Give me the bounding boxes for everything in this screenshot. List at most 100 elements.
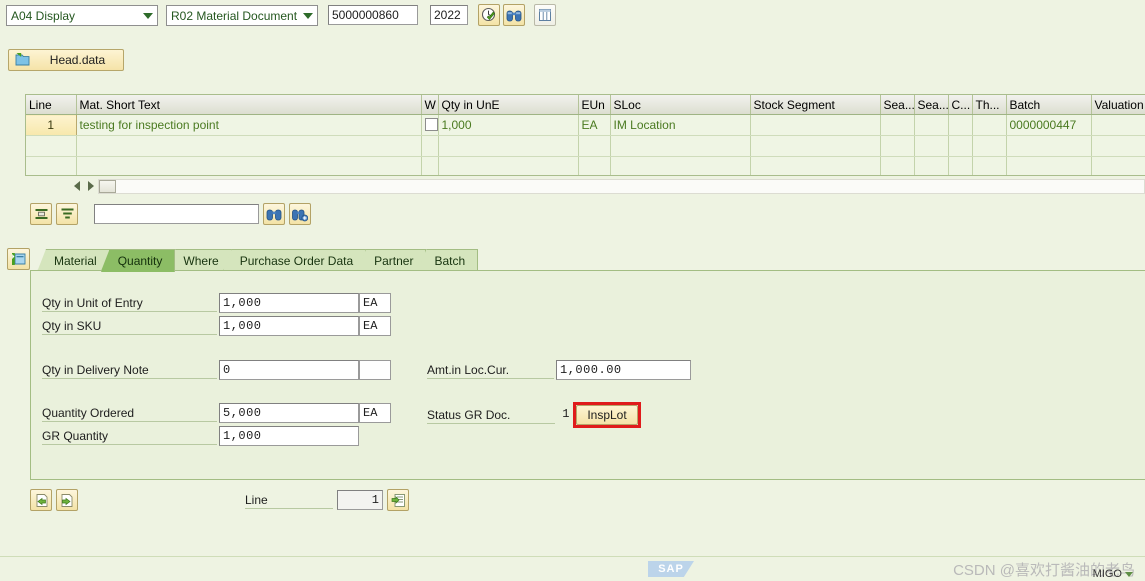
find-icon[interactable]	[503, 4, 525, 26]
goto-line-icon[interactable]	[387, 489, 409, 511]
cell-sea2[interactable]	[914, 114, 949, 136]
qty-sku-input[interactable]	[219, 316, 359, 336]
detail-list-icon[interactable]	[534, 4, 556, 26]
cell-empty[interactable]	[914, 135, 949, 157]
quantity-ordered-input[interactable]	[219, 403, 359, 423]
previous-item-icon[interactable]	[30, 489, 52, 511]
qty-delivery-note-input[interactable]	[219, 360, 359, 380]
col-header-batch[interactable]: Batch	[1006, 95, 1092, 115]
cell-w[interactable]	[421, 114, 439, 136]
cell-empty[interactable]	[948, 156, 973, 175]
col-header-line[interactable]: Line	[26, 95, 77, 115]
amt-loc-cur-input[interactable]	[556, 360, 691, 380]
cell-batch[interactable]: 0000000447	[1006, 114, 1092, 136]
row-checkbox[interactable]	[424, 117, 437, 131]
qty-unit-of-entry-uom[interactable]: EA	[359, 293, 391, 313]
tab-quantity[interactable]: Quantity	[100, 249, 176, 272]
line-input[interactable]	[337, 490, 383, 510]
table-row[interactable]	[26, 156, 1145, 175]
gr-quantity-row: GR Quantity	[42, 426, 359, 446]
find-icon[interactable]	[263, 203, 285, 225]
col-header-sea1[interactable]: Sea...	[880, 95, 915, 115]
tab-material[interactable]: Material	[37, 249, 110, 272]
col-header-stockseg[interactable]: Stock Segment	[750, 95, 881, 115]
col-header-valtype[interactable]: Valuation Ty...	[1091, 95, 1145, 115]
cell-empty[interactable]	[750, 156, 881, 175]
cell-text[interactable]: testing for inspection point	[76, 114, 422, 136]
qty-delivery-note-uom[interactable]	[359, 360, 391, 380]
cell-empty[interactable]	[578, 135, 611, 157]
execute-icon[interactable]	[478, 4, 500, 26]
cell-empty[interactable]	[914, 156, 949, 175]
cell-sloc[interactable]: IM Location	[610, 114, 751, 136]
cell-empty[interactable]	[76, 156, 422, 175]
col-header-sloc[interactable]: SLoc	[610, 95, 751, 115]
cell-eun[interactable]: EA	[578, 114, 611, 136]
head-data-button[interactable]: Head.data	[8, 49, 124, 71]
cell-qty[interactable]: 1,000	[438, 114, 579, 136]
cell-empty[interactable]	[972, 156, 1007, 175]
cell-empty[interactable]	[1091, 135, 1145, 157]
col-header-c[interactable]: C...	[948, 95, 973, 115]
cell-empty[interactable]	[26, 156, 77, 175]
transaction-code-indicator[interactable]: MIGO	[1093, 568, 1133, 580]
cell-empty[interactable]	[76, 135, 422, 157]
cell-line[interactable]: 1	[26, 114, 77, 136]
cell-empty[interactable]	[421, 135, 439, 157]
layout-settings-icon[interactable]	[30, 203, 52, 225]
tab-where[interactable]: Where	[166, 249, 232, 272]
gr-quantity-input[interactable]	[219, 426, 359, 446]
next-item-icon[interactable]	[56, 489, 78, 511]
tab-partner[interactable]: Partner	[357, 249, 427, 272]
scroll-left-icon[interactable]	[70, 179, 84, 194]
qty-sku-uom[interactable]: EA	[359, 316, 391, 336]
tab-batch[interactable]: Batch	[417, 249, 479, 272]
scrollbar-track[interactable]	[98, 178, 1145, 194]
cell-empty[interactable]	[948, 135, 973, 157]
action-mode-dropdown[interactable]: A04 Display	[6, 5, 158, 26]
cell-empty[interactable]	[972, 135, 1007, 157]
sort-filter-icon[interactable]	[56, 203, 78, 225]
cell-stockseg[interactable]	[750, 114, 881, 136]
detail-tabstrip: Material Quantity Where Purchase Order D…	[6, 248, 1145, 272]
cell-empty[interactable]	[1006, 135, 1092, 157]
cell-empty[interactable]	[880, 156, 915, 175]
col-header-th[interactable]: Th...	[972, 95, 1007, 115]
cell-sea1[interactable]	[880, 114, 915, 136]
cell-th[interactable]	[972, 114, 1007, 136]
cell-valtype[interactable]	[1091, 114, 1145, 136]
cell-empty[interactable]	[880, 135, 915, 157]
insplot-button[interactable]: InspLot	[576, 405, 638, 425]
scroll-right-icon[interactable]	[84, 179, 98, 194]
cell-empty[interactable]	[610, 135, 751, 157]
scrollbar-thumb[interactable]	[99, 179, 116, 193]
col-header-qty[interactable]: Qty in UnE	[438, 95, 579, 115]
document-number-input[interactable]	[328, 5, 418, 25]
cell-empty[interactable]	[750, 135, 881, 157]
document-year-input[interactable]	[430, 5, 468, 25]
col-header-text[interactable]: Mat. Short Text	[76, 95, 422, 115]
qty-unit-of-entry-input[interactable]	[219, 293, 359, 313]
document-category-dropdown[interactable]: R02 Material Document	[166, 5, 318, 26]
search-input[interactable]	[94, 204, 259, 224]
cell-empty[interactable]	[438, 135, 579, 157]
col-header-eun[interactable]: EUn	[578, 95, 611, 115]
cell-empty[interactable]	[1091, 156, 1145, 175]
col-header-sea2[interactable]: Sea...	[914, 95, 949, 115]
grid-horizontal-scrollbar[interactable]	[70, 178, 1145, 194]
quantity-ordered-uom[interactable]: EA	[359, 403, 391, 423]
cell-empty[interactable]	[421, 156, 439, 175]
cell-empty[interactable]	[438, 156, 579, 175]
cell-empty[interactable]	[1006, 156, 1092, 175]
cell-empty[interactable]	[26, 135, 77, 157]
cell-empty[interactable]	[610, 156, 751, 175]
tab-purchase-order-data[interactable]: Purchase Order Data	[222, 249, 367, 272]
table-row[interactable]: 1 testing for inspection point 1,000 EA …	[26, 114, 1145, 136]
find-next-icon[interactable]	[289, 203, 311, 225]
cell-empty[interactable]	[578, 156, 611, 175]
table-row[interactable]	[26, 135, 1145, 157]
cell-c[interactable]	[948, 114, 973, 136]
detail-expand-icon[interactable]	[7, 248, 30, 270]
col-header-w[interactable]: W	[421, 95, 439, 115]
sap-logo: SAP	[648, 561, 694, 577]
